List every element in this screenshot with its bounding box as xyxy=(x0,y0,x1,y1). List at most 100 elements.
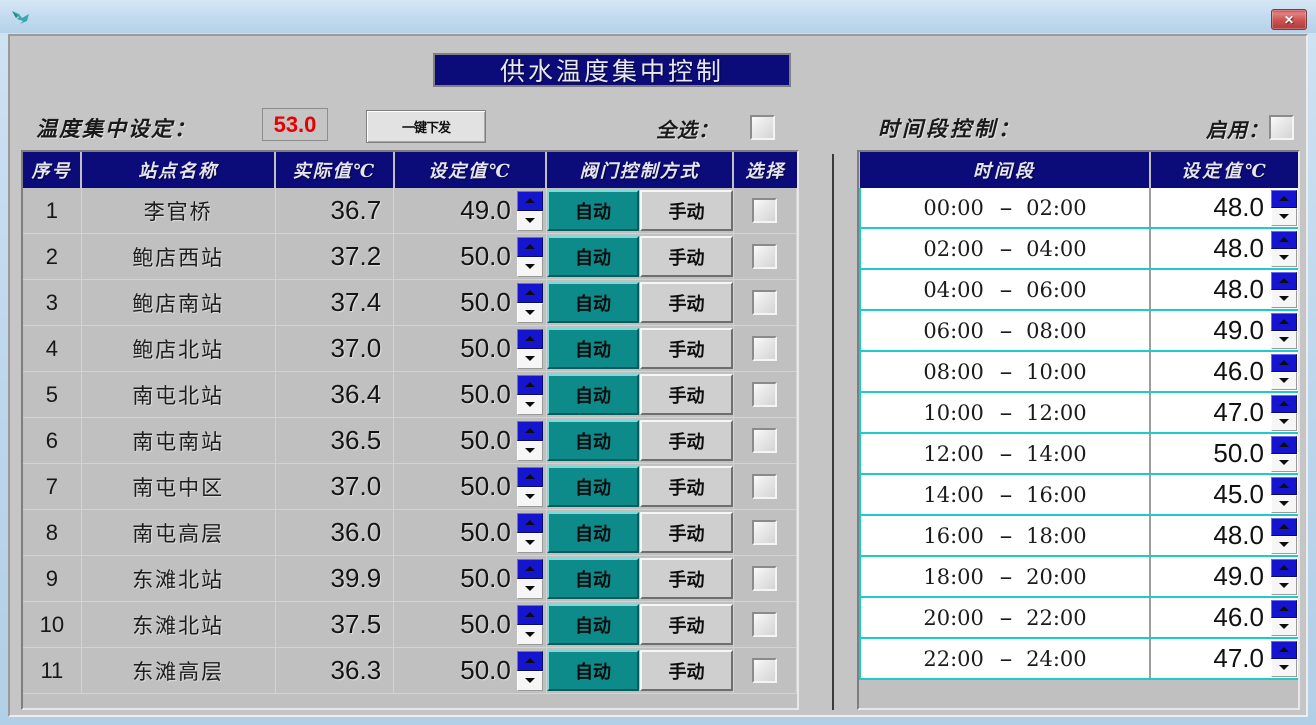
valve-manual-button[interactable]: 手动 xyxy=(640,420,733,461)
stepper-down-icon[interactable] xyxy=(516,670,543,691)
setpoint-stepper[interactable] xyxy=(516,466,543,507)
stepper-down-icon[interactable] xyxy=(1271,289,1297,308)
schedule-setpoint-stepper[interactable] xyxy=(1271,640,1297,677)
stepper-up-icon[interactable] xyxy=(1271,271,1297,290)
stepper-up-icon[interactable] xyxy=(1271,435,1297,454)
row-select-checkbox[interactable] xyxy=(752,566,778,591)
schedule-setpoint-stepper[interactable] xyxy=(1271,476,1297,513)
row-select-checkbox[interactable] xyxy=(752,428,778,453)
setpoint-stepper[interactable] xyxy=(516,650,543,691)
stepper-up-icon[interactable] xyxy=(1271,640,1297,659)
stepper-down-icon[interactable] xyxy=(516,210,543,231)
stepper-up-icon[interactable] xyxy=(1271,189,1297,208)
stepper-up-icon[interactable] xyxy=(516,604,543,625)
row-select-checkbox[interactable] xyxy=(752,336,778,361)
stepper-up-icon[interactable] xyxy=(1271,558,1297,577)
valve-manual-button[interactable]: 手动 xyxy=(640,282,733,323)
valve-manual-button[interactable]: 手动 xyxy=(640,236,733,277)
stepper-up-icon[interactable] xyxy=(516,512,543,533)
valve-manual-button[interactable]: 手动 xyxy=(640,190,733,231)
setpoint-stepper[interactable] xyxy=(516,604,543,645)
row-select-checkbox[interactable] xyxy=(752,198,778,223)
stepper-down-icon[interactable] xyxy=(516,486,543,507)
valve-auto-button[interactable]: 自动 xyxy=(546,420,640,461)
valve-auto-button[interactable]: 自动 xyxy=(546,328,640,369)
stepper-up-icon[interactable] xyxy=(516,466,543,487)
stepper-down-icon[interactable] xyxy=(1271,371,1297,390)
valve-manual-button[interactable]: 手动 xyxy=(640,512,733,553)
stepper-down-icon[interactable] xyxy=(1271,453,1297,472)
valve-manual-button[interactable]: 手动 xyxy=(640,604,733,645)
row-select-checkbox[interactable] xyxy=(752,612,778,637)
stepper-up-icon[interactable] xyxy=(516,650,543,671)
valve-manual-button[interactable]: 手动 xyxy=(640,650,733,691)
valve-auto-button[interactable]: 自动 xyxy=(546,466,640,507)
setpoint-stepper[interactable] xyxy=(516,558,543,599)
schedule-setpoint-stepper[interactable] xyxy=(1271,435,1297,472)
schedule-setpoint-stepper[interactable] xyxy=(1271,599,1297,636)
stepper-up-icon[interactable] xyxy=(1271,599,1297,618)
stepper-down-icon[interactable] xyxy=(1271,494,1297,513)
setpoint-stepper[interactable] xyxy=(516,282,543,323)
stepper-up-icon[interactable] xyxy=(1271,353,1297,372)
setpoint-stepper[interactable] xyxy=(516,190,543,231)
schedule-setpoint-stepper[interactable] xyxy=(1271,230,1297,267)
stepper-down-icon[interactable] xyxy=(1271,535,1297,554)
setpoint-stepper[interactable] xyxy=(516,420,543,461)
stepper-up-icon[interactable] xyxy=(516,420,543,441)
stepper-down-icon[interactable] xyxy=(516,578,543,599)
valve-auto-button[interactable]: 自动 xyxy=(546,558,640,599)
row-select-checkbox[interactable] xyxy=(752,520,778,545)
stepper-up-icon[interactable] xyxy=(516,282,543,303)
stepper-down-icon[interactable] xyxy=(1271,248,1297,267)
stepper-down-icon[interactable] xyxy=(516,256,543,277)
valve-manual-button[interactable]: 手动 xyxy=(640,374,733,415)
send-all-button[interactable]: 一键下发 xyxy=(366,110,486,143)
valve-auto-button[interactable]: 自动 xyxy=(546,236,640,277)
valve-manual-button[interactable]: 手动 xyxy=(640,466,733,507)
setpoint-stepper[interactable] xyxy=(516,374,543,415)
schedule-setpoint-stepper[interactable] xyxy=(1271,353,1297,390)
stepper-up-icon[interactable] xyxy=(1271,312,1297,331)
stepper-down-icon[interactable] xyxy=(516,302,543,323)
stepper-down-icon[interactable] xyxy=(516,394,543,415)
stepper-up-icon[interactable] xyxy=(1271,476,1297,495)
schedule-setpoint-stepper[interactable] xyxy=(1271,312,1297,349)
stepper-up-icon[interactable] xyxy=(1271,230,1297,249)
stepper-down-icon[interactable] xyxy=(1271,412,1297,431)
valve-manual-button[interactable]: 手动 xyxy=(640,558,733,599)
stepper-up-icon[interactable] xyxy=(516,236,543,257)
row-select-checkbox[interactable] xyxy=(752,474,778,499)
stepper-down-icon[interactable] xyxy=(1271,658,1297,677)
schedule-setpoint-stepper[interactable] xyxy=(1271,189,1297,226)
row-select-checkbox[interactable] xyxy=(752,244,778,269)
schedule-setpoint-stepper[interactable] xyxy=(1271,517,1297,554)
stepper-down-icon[interactable] xyxy=(516,532,543,553)
stepper-up-icon[interactable] xyxy=(516,190,543,211)
row-select-checkbox[interactable] xyxy=(752,290,778,315)
setpoint-stepper[interactable] xyxy=(516,512,543,553)
stepper-up-icon[interactable] xyxy=(1271,394,1297,413)
valve-auto-button[interactable]: 自动 xyxy=(546,512,640,553)
row-select-checkbox[interactable] xyxy=(752,382,778,407)
enable-checkbox[interactable] xyxy=(1269,115,1294,140)
stepper-down-icon[interactable] xyxy=(1271,617,1297,636)
stepper-up-icon[interactable] xyxy=(516,558,543,579)
valve-auto-button[interactable]: 自动 xyxy=(546,650,640,691)
schedule-setpoint-stepper[interactable] xyxy=(1271,394,1297,431)
setpoint-stepper[interactable] xyxy=(516,236,543,277)
stepper-up-icon[interactable] xyxy=(516,328,543,349)
stepper-up-icon[interactable] xyxy=(516,374,543,395)
stepper-down-icon[interactable] xyxy=(516,348,543,369)
stepper-down-icon[interactable] xyxy=(516,624,543,645)
central-setpoint-field[interactable]: 53.0 xyxy=(262,108,328,141)
valve-auto-button[interactable]: 自动 xyxy=(546,190,640,231)
valve-manual-button[interactable]: 手动 xyxy=(640,328,733,369)
valve-auto-button[interactable]: 自动 xyxy=(546,374,640,415)
stepper-down-icon[interactable] xyxy=(1271,207,1297,226)
schedule-setpoint-stepper[interactable] xyxy=(1271,558,1297,595)
stepper-down-icon[interactable] xyxy=(1271,576,1297,595)
stepper-down-icon[interactable] xyxy=(1271,330,1297,349)
schedule-setpoint-stepper[interactable] xyxy=(1271,271,1297,308)
select-all-checkbox[interactable] xyxy=(750,115,775,140)
